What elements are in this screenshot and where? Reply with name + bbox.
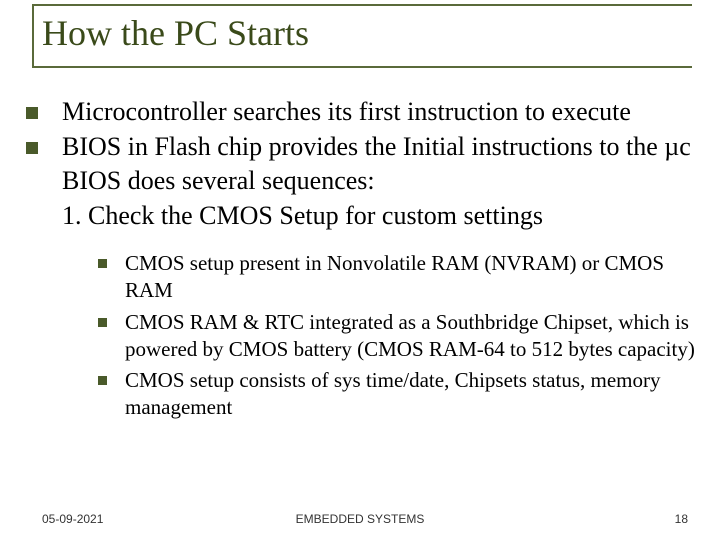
sub-bullet-text: CMOS setup present in Nonvolatile RAM (N… xyxy=(125,250,698,305)
sub-bullet-item: CMOS RAM & RTC integrated as a Southbrid… xyxy=(98,309,698,364)
square-bullet-icon xyxy=(26,142,38,154)
bullet-text: BIOS in Flash chip provides the Initial … xyxy=(62,131,691,164)
sub-bullet-text: CMOS setup consists of sys time/date, Ch… xyxy=(125,367,698,422)
square-bullet-icon xyxy=(98,376,107,385)
slide: How the PC Starts Microcontroller search… xyxy=(0,0,720,540)
square-bullet-icon xyxy=(98,318,107,327)
bullet-text: Microcontroller searches its first instr… xyxy=(62,96,631,129)
bullet-continuation: 1. Check the CMOS Setup for custom setti… xyxy=(62,200,706,233)
title-rule-bottom xyxy=(32,66,692,68)
bullet-continuation: BIOS does several sequences: xyxy=(62,165,706,198)
square-bullet-icon xyxy=(98,259,107,268)
sub-bullet-item: CMOS setup consists of sys time/date, Ch… xyxy=(98,367,698,422)
square-bullet-icon xyxy=(26,107,38,119)
sub-bullet-item: CMOS setup present in Nonvolatile RAM (N… xyxy=(98,250,698,305)
slide-title: How the PC Starts xyxy=(28,4,692,63)
sub-bullet-text: CMOS RAM & RTC integrated as a Southbrid… xyxy=(125,309,698,364)
page-number: 18 xyxy=(675,512,688,526)
body-content: Microcontroller searches its first instr… xyxy=(26,96,706,426)
title-block: How the PC Starts xyxy=(28,4,692,63)
bullet-item: BIOS in Flash chip provides the Initial … xyxy=(26,131,706,164)
bullet-item: Microcontroller searches its first instr… xyxy=(26,96,706,129)
sub-bullet-block: CMOS setup present in Nonvolatile RAM (N… xyxy=(98,250,698,422)
footer-title: EMBEDDED SYSTEMS xyxy=(0,512,720,526)
